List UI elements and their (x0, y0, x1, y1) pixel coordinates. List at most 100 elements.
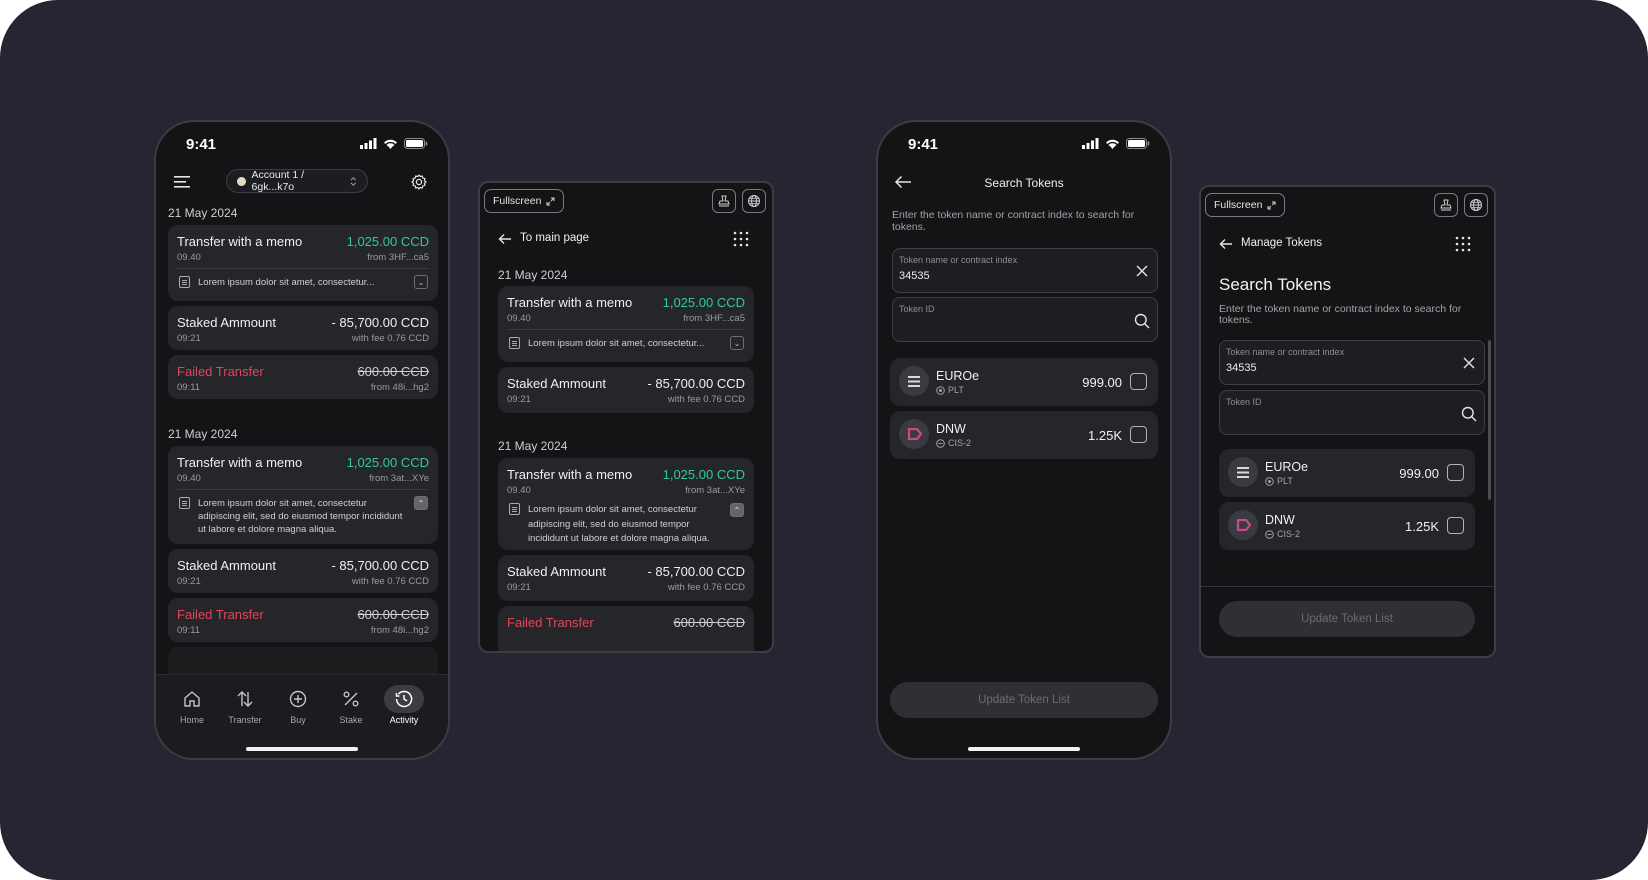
token-row[interactable]: EUROe PLT 999.00 (1219, 449, 1475, 497)
chevron-down-icon[interactable]: ⌄ (730, 336, 744, 350)
fullscreen-label: Fullscreen (1214, 199, 1263, 211)
transaction-title: Failed Transfer (177, 607, 264, 622)
transaction-card[interactable]: Transfer with a memo 1,025.00 CCD 09.40 … (498, 458, 754, 550)
token-checkbox[interactable] (1130, 426, 1147, 443)
chevron-updown-icon (350, 176, 357, 186)
token-name: DNW (936, 422, 966, 436)
euroe-icon (1228, 457, 1258, 487)
search-icon[interactable] (1134, 313, 1150, 329)
date-header: 21 May 2024 (498, 439, 568, 453)
token-name-field[interactable]: Token name or contract index 34535 (892, 248, 1158, 293)
transaction-card[interactable]: Transfer with a memo 1,025.00 CCD 09.40 … (168, 225, 438, 301)
page-title: Search Tokens (984, 176, 1064, 190)
arrow-left-icon[interactable] (498, 233, 512, 245)
grid-menu-icon[interactable] (733, 231, 749, 247)
activity-phone: 9:41 Account 1 / 6gk...k7o 21 May 2024 T… (154, 120, 450, 760)
transaction-amount: 1,025.00 CCD (662, 467, 745, 482)
date-header: 21 May 2024 (168, 427, 238, 441)
transaction-amount: - 85,700.00 CCD (647, 376, 745, 391)
nav-stake[interactable]: Stake (325, 687, 377, 725)
transaction-card[interactable]: Transfer with a memo 1,025.00 CCD 09.40 … (168, 446, 438, 544)
transaction-title: Staked Ammount (507, 376, 606, 391)
nav-home[interactable]: Home (166, 687, 218, 725)
search-description: Enter the token name or contract index t… (1219, 303, 1462, 326)
plt-icon (1265, 476, 1274, 486)
account-selector[interactable]: Account 1 / 6gk...k7o (226, 169, 368, 193)
status-time: 9:41 (186, 136, 217, 153)
search-icon[interactable] (1461, 406, 1477, 422)
back-label[interactable]: Manage Tokens (1241, 237, 1322, 249)
transaction-time: 09.40 (507, 313, 531, 324)
token-checkbox[interactable] (1447, 517, 1464, 534)
token-checkbox[interactable] (1130, 373, 1147, 390)
token-checkbox[interactable] (1447, 464, 1464, 481)
field-value: 34535 (1226, 362, 1257, 374)
token-id-field[interactable]: Token ID (1219, 390, 1485, 435)
close-icon[interactable] (1135, 264, 1149, 278)
close-icon[interactable] (1462, 356, 1476, 370)
transaction-card[interactable]: Failed Transfer 600.00 CCD 09:11 from 48… (168, 355, 438, 399)
dnw-icon (1228, 510, 1258, 540)
gear-icon[interactable] (411, 174, 427, 190)
activity-icon (395, 690, 413, 708)
grid-menu-icon[interactable] (1455, 236, 1471, 252)
stamp-icon (1440, 199, 1452, 211)
chevron-down-icon[interactable]: ⌄ (414, 275, 428, 289)
status-bar: 9:41 (156, 122, 448, 166)
network-button[interactable] (1464, 193, 1488, 217)
dnw-icon (899, 419, 929, 449)
scrollbar[interactable] (1488, 340, 1491, 500)
token-row[interactable]: DNW CIS-2 1.25K (1219, 502, 1475, 550)
search-tokens-phone: 9:41 Search Tokens Enter the token name … (876, 120, 1172, 760)
transaction-card[interactable]: Staked Ammount - 85,700.00 CCD 09:21 wit… (168, 306, 438, 350)
plt-icon (936, 385, 945, 395)
nav-label: Transfer (228, 715, 262, 725)
transaction-detail: from 3at...XYe (369, 473, 429, 484)
transaction-card[interactable]: Transfer with a memo 1,025.00 CCD 09.40 … (498, 286, 754, 362)
home-icon (184, 691, 200, 707)
stamp-button[interactable] (712, 189, 736, 213)
signal-icon (1082, 138, 1099, 149)
update-token-list-button[interactable]: Update Token List (890, 682, 1158, 718)
transaction-card[interactable]: Staked Ammount - 85,700.00 CCD 09:21 wit… (498, 555, 754, 601)
arrow-left-icon[interactable] (1219, 238, 1233, 250)
home-indicator (968, 747, 1080, 751)
transaction-card[interactable]: Failed Transfer 600.00 CCD (498, 606, 754, 651)
signal-icon (360, 138, 377, 149)
menu-icon[interactable] (174, 175, 192, 189)
fullscreen-button[interactable]: Fullscreen (1205, 193, 1286, 217)
memo-text: Lorem ipsum dolor sit amet, consectetur.… (198, 277, 375, 288)
chevron-up-icon[interactable]: ⌃ (730, 503, 744, 517)
fullscreen-button[interactable]: Fullscreen (484, 189, 565, 213)
token-name-field[interactable]: Token name or contract index 34535 (1219, 340, 1485, 385)
transaction-title: Staked Ammount (177, 558, 276, 573)
token-id-field[interactable]: Token ID (892, 297, 1158, 342)
nav-activity[interactable]: Activity (378, 685, 430, 725)
transaction-detail: from 3at...XYe (685, 485, 745, 496)
nav-transfer[interactable]: Transfer (219, 687, 271, 725)
token-type-label: PLT (1277, 476, 1293, 486)
status-time: 9:41 (908, 136, 939, 153)
token-row[interactable]: EUROe PLT 999.00 (890, 358, 1158, 406)
transaction-detail: from 3HF...ca5 (367, 252, 429, 263)
divider (1201, 586, 1494, 587)
transaction-detail: with fee 0.76 CCD (351, 576, 429, 587)
transaction-time: 09:21 (507, 582, 531, 593)
transaction-time: 09.40 (177, 252, 201, 263)
token-row[interactable]: DNW CIS-2 1.25K (890, 411, 1158, 459)
transaction-card[interactable]: Failed Transfer 600.00 CCD 09:11 from 48… (168, 598, 438, 642)
panel-toolbar: Fullscreen (1201, 187, 1494, 221)
network-button[interactable] (742, 189, 766, 213)
transaction-card[interactable]: Staked Ammount - 85,700.00 CCD 09:21 wit… (168, 549, 438, 593)
wifi-icon (384, 139, 397, 149)
transaction-card[interactable]: Staked Ammount - 85,700.00 CCD 09:21 wit… (498, 367, 754, 413)
nav-buy[interactable]: Buy (272, 687, 324, 725)
token-balance: 1.25K (1405, 519, 1439, 534)
account-avatar (237, 176, 246, 186)
stamp-button[interactable] (1434, 193, 1458, 217)
battery-icon (404, 138, 428, 149)
back-label[interactable]: To main page (520, 232, 589, 244)
chevron-up-icon[interactable]: ⌃ (414, 496, 428, 510)
transaction-amount: 600.00 CCD (357, 364, 429, 379)
update-token-list-button[interactable]: Update Token List (1219, 601, 1475, 637)
